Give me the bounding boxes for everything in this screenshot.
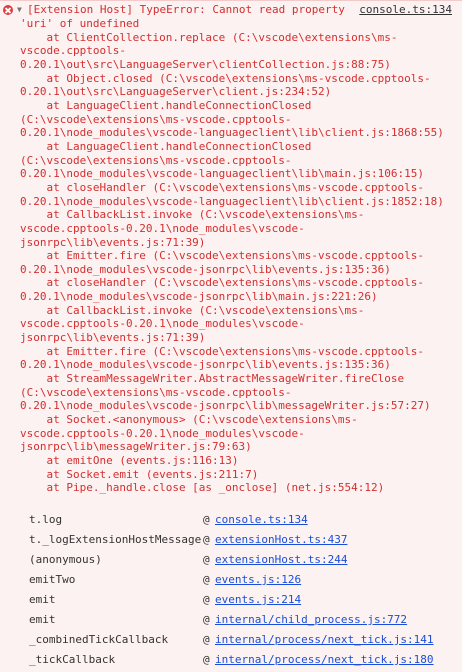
- frame-function-name: (anonymous): [29, 553, 102, 566]
- frame-source-link[interactable]: events.js:214: [215, 590, 301, 610]
- frame-function-name: _tickCallback: [29, 653, 116, 666]
- stack-trace-line: at Socket.<anonymous> (C:\vscode\extensi…: [20, 413, 358, 427]
- error-stack-trace: 'uri' of undefined at ClientCollection.r…: [20, 17, 460, 495]
- stack-trace-line: 0.20.1\out\src\LanguageServer\client.js:…: [20, 85, 332, 99]
- stack-trace-line: at StreamMessageWriter.AbstractMessageWr…: [20, 372, 405, 386]
- stack-trace-line: vscode.cpptools-0.20.1\node_modules\vsco…: [20, 426, 305, 440]
- frame-at-symbol: @: [203, 533, 210, 546]
- stack-trace-line: at closeHandler (C:\vscode\extensions\ms…: [20, 276, 424, 290]
- stack-trace-line: 0.20.1\out\src\LanguageServer\clientColl…: [20, 57, 391, 71]
- stack-frame-row: _tickCallback @ internal/process/next_tick…: [0, 650, 462, 670]
- frame-source-link[interactable]: internal/process/next_tick.js:141: [215, 630, 434, 650]
- stack-trace-line: at CallbackList.invoke (C:\vscode\extens…: [20, 303, 365, 317]
- frame-at-symbol: @: [203, 613, 210, 626]
- stack-frame-row: _combinedTickCallback @ internal/process/n…: [0, 630, 462, 650]
- stack-trace-line: 'uri' of undefined: [20, 17, 140, 30]
- error-message-text: [Extension Host] TypeError: Cannot read …: [27, 3, 345, 16]
- stack-trace-line: at Emitter.fire (C:\vscode\extensions\ms…: [20, 249, 424, 263]
- stack-frame-row: emit @ internal/child_process.js:772: [0, 610, 462, 630]
- stack-frame-row: (anonymous) @ extensionHost.ts:244: [0, 550, 462, 570]
- frame-source-link[interactable]: events.js:126: [215, 570, 301, 590]
- frame-function-name: _combinedTickCallback: [29, 633, 169, 646]
- frame-source-link[interactable]: internal/child_process.js:772: [215, 610, 407, 630]
- error-circle-icon: [3, 5, 13, 15]
- stack-trace-line: 0.20.1\node_modules\vscode-languageclien…: [20, 194, 444, 208]
- frame-source-link[interactable]: extensionHost.ts:437: [215, 530, 347, 550]
- stack-trace-line: 0.20.1\node_modules\vscode-languageclien…: [20, 126, 444, 140]
- source-location-link[interactable]: console.ts:134: [359, 3, 452, 16]
- stack-trace-line: vscode.cpptools-0.20.1\node_modules\vsco…: [20, 317, 305, 331]
- stack-trace-line: 0.20.1\node_modules\vscode-jsonrpc\lib\m…: [20, 290, 378, 304]
- frame-source-link[interactable]: console.ts:134: [215, 510, 308, 530]
- stack-trace-line: 0.20.1\node_modules\vscode-jsonrpc\lib\e…: [20, 262, 391, 276]
- frame-at-symbol: @: [203, 513, 210, 526]
- stack-trace-line: at LanguageClient.handleConnectionClosed: [20, 139, 312, 153]
- console-error-entry: ▼ [Extension Host] TypeError: Cannot rea…: [0, 0, 462, 672]
- stack-trace-line: vscode.cpptools-0.20.1\node_modules\vsco…: [20, 221, 305, 235]
- stack-trace-line: at Socket.emit (events.js:211:7): [20, 467, 259, 481]
- stack-trace-line: at Object.closed (C:\vscode\extensions\m…: [20, 71, 431, 85]
- frame-function-name: emit: [29, 593, 56, 606]
- call-stack-frames: t.log @ console.ts:134 t._logExtensionHostM…: [0, 510, 462, 670]
- frame-source-link[interactable]: internal/process/next_tick.js:180: [215, 650, 434, 670]
- frame-source-link[interactable]: extensionHost.ts:244: [215, 550, 347, 570]
- frame-function-name: emit: [29, 613, 56, 626]
- frame-function-name: emitTwo: [29, 573, 76, 586]
- frame-at-symbol: @: [203, 553, 210, 566]
- frame-at-symbol: @: [203, 593, 210, 606]
- stack-trace-line: at Pipe._handle.close [as _onclose] (net…: [20, 481, 385, 495]
- stack-trace-line: at closeHandler (C:\vscode\extensions\ms…: [20, 180, 424, 194]
- frame-at-symbol: @: [203, 653, 210, 666]
- stack-trace-line: at emitOne (events.js:116:13): [20, 454, 239, 467]
- stack-trace-line: (C:\vscode\extensions\ms-vscode.cpptools…: [20, 385, 292, 399]
- stack-frame-row: emit @ events.js:214: [0, 590, 462, 610]
- stack-trace-line: vscode.cpptools-: [20, 44, 126, 58]
- frame-at-symbol: @: [203, 633, 210, 646]
- stack-trace-line: 0.20.1\node_modules\vscode-jsonrpc\lib\e…: [20, 358, 391, 372]
- frame-at-symbol: @: [203, 573, 210, 586]
- stack-frame-row: emitTwo @ events.js:126: [0, 570, 462, 590]
- stack-trace-line: 0.20.1\node_modules\vscode-jsonrpc\lib\m…: [20, 399, 431, 413]
- frame-function-name: t._logExtensionHostMessage: [29, 533, 202, 546]
- stack-trace-line: jsonrpc\lib\events.js:71:39): [20, 331, 206, 345]
- stack-trace-line: at ClientCollection.replace (C:\vscode\e…: [20, 30, 398, 44]
- stack-trace-line: (C:\vscode\extensions\ms-vscode.cpptools…: [20, 112, 292, 126]
- stack-trace-line: jsonrpc\lib\events.js:71:39): [20, 235, 206, 249]
- stack-frame-row: t._logExtensionHostMessage @ extensionHost…: [0, 530, 462, 550]
- stack-trace-line: at Emitter.fire (C:\vscode\extensions\ms…: [20, 344, 424, 358]
- stack-trace-line: at CallbackList.invoke (C:\vscode\extens…: [20, 208, 365, 222]
- stack-frame-row: t.log @ console.ts:134: [0, 510, 462, 530]
- stack-trace-line: jsonrpc\lib\messageWriter.js:79:63): [20, 440, 252, 454]
- stack-trace-line: at LanguageClient.handleConnectionClosed: [20, 98, 312, 112]
- expand-triangle-icon[interactable]: ▼: [17, 3, 22, 17]
- stack-trace-line: (C:\vscode\extensions\ms-vscode.cpptools…: [20, 153, 292, 167]
- frame-function-name: t.log: [29, 513, 63, 526]
- stack-trace-line: 0.20.1\node_modules\vscode-languageclien…: [20, 167, 424, 181]
